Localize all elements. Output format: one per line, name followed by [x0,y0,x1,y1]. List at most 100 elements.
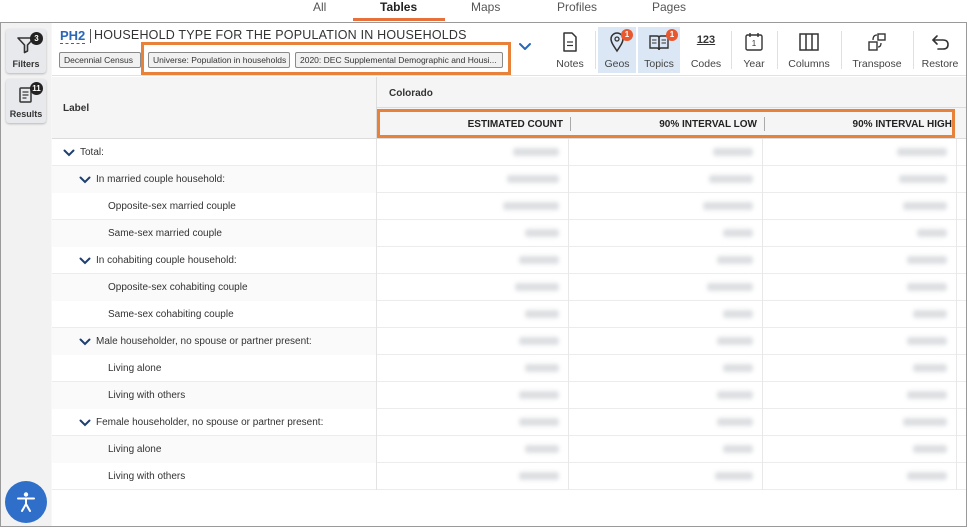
value-cell [763,436,957,463]
value-cell [763,355,957,382]
table-title: HOUSEHOLD TYPE FOR THE POPULATION IN HOU… [94,28,467,42]
tab-profiles[interactable]: Profiles [557,0,597,14]
table-id-link[interactable]: PH2 [60,28,86,44]
notes-button[interactable]: Notes [548,27,592,73]
table-row: Opposite-sex married couple [52,193,966,220]
redacted-value [717,256,753,264]
chevron-down-icon[interactable] [79,256,91,266]
value-cell [763,409,957,436]
value-cell [569,220,763,247]
redacted-value [907,391,947,399]
chevron-down-icon[interactable] [79,337,91,347]
row-label-cell: Living with others [52,382,377,409]
value-cell [569,139,763,166]
redacted-value [519,391,559,399]
geos-badge: 1 [621,29,633,41]
value-cell [377,220,569,247]
redacted-value [913,310,947,318]
value-cell [763,193,957,220]
tab-tables[interactable]: Tables [380,0,417,14]
value-cell [569,166,763,193]
redacted-value [717,337,753,345]
chevron-down-icon[interactable] [79,418,91,428]
table-header-bar: PH2 HOUSEHOLD TYPE FOR THE POPULATION IN… [52,23,966,76]
row-label-text: Living with others [108,390,186,401]
title-separator [90,29,91,43]
redacted-value [723,445,753,453]
transpose-button[interactable]: Transpose [844,27,910,73]
restore-button[interactable]: Restore [916,27,964,73]
table-row: Same-sex cohabiting couple [52,301,966,328]
value-cell [763,247,957,274]
topics-button[interactable]: 1 Topics [638,27,680,73]
redacted-value [709,175,753,183]
value-cell [763,382,957,409]
value-cell [763,328,957,355]
results-button[interactable]: 11 Results [6,79,46,123]
redacted-value [723,229,753,237]
value-cell [569,382,763,409]
value-cell [763,220,957,247]
filters-button[interactable]: 3 Filters [6,29,46,73]
chevron-down-icon[interactable] [79,175,91,185]
tab-pages[interactable]: Pages [652,0,686,14]
value-cell [377,139,569,166]
value-cell [377,436,569,463]
row-label-text: Opposite-sex cohabiting couple [108,282,248,293]
row-label-text: Female householder, no spouse or partner… [96,417,324,428]
redacted-value [519,418,559,426]
year-label: Year [743,58,765,70]
row-label-text: Same-sex cohabiting couple [108,309,234,320]
codes-icon: 123 [696,34,716,46]
chevron-down-icon[interactable] [515,37,535,57]
tab-maps[interactable]: Maps [471,0,500,14]
geography-header: Colorado [377,77,966,108]
toolbar-separator [913,31,914,69]
value-cell [377,355,569,382]
redacted-value [913,445,947,453]
redacted-value [713,148,753,156]
row-label-text: Living alone [108,363,162,374]
left-rail: 3 Filters 11 Results [1,23,51,526]
redacted-value [525,445,559,453]
row-label-cell[interactable]: In cohabiting couple household: [52,247,377,274]
chip-survey[interactable]: Decennial Census [59,52,141,68]
results-label: Results [9,109,43,119]
value-cell [763,166,957,193]
value-cell [569,409,763,436]
redacted-value [907,283,947,291]
accessibility-button[interactable] [5,481,47,523]
redacted-value [507,175,559,183]
highlight-box-chips [141,42,511,75]
row-label-cell: Same-sex cohabiting couple [52,301,377,328]
value-cell [569,436,763,463]
toolbar-separator [841,31,842,69]
value-cell [377,382,569,409]
tab-all[interactable]: All [313,0,326,14]
redacted-value [717,391,753,399]
row-label-text: Living with others [108,471,186,482]
year-button[interactable]: 1 Year [734,27,774,73]
value-cell [569,355,763,382]
redacted-value [525,364,559,372]
table-row: Living alone [52,355,966,382]
table-row: Total: [52,139,966,166]
codes-label: Codes [690,58,722,70]
chevron-down-icon[interactable] [63,148,75,158]
row-label-cell[interactable]: Female householder, no spouse or partner… [52,409,377,436]
restore-icon [932,35,949,50]
row-label-cell[interactable]: Male householder, no spouse or partner p… [52,328,377,355]
geos-button[interactable]: 1 Geos [598,27,636,73]
redacted-value [903,418,947,426]
row-label-cell[interactable]: Total: [52,139,377,166]
geos-label: Geos [604,58,630,70]
row-label-cell[interactable]: In married couple household: [52,166,377,193]
redacted-value [907,472,947,480]
columns-icon [799,33,819,51]
value-cell [763,301,957,328]
row-label-text: Male householder, no spouse or partner p… [96,336,312,347]
codes-button[interactable]: 123 Codes [684,27,728,73]
columns-button[interactable]: Columns [780,27,838,73]
toolbar-separator [595,31,596,69]
value-cell [377,328,569,355]
